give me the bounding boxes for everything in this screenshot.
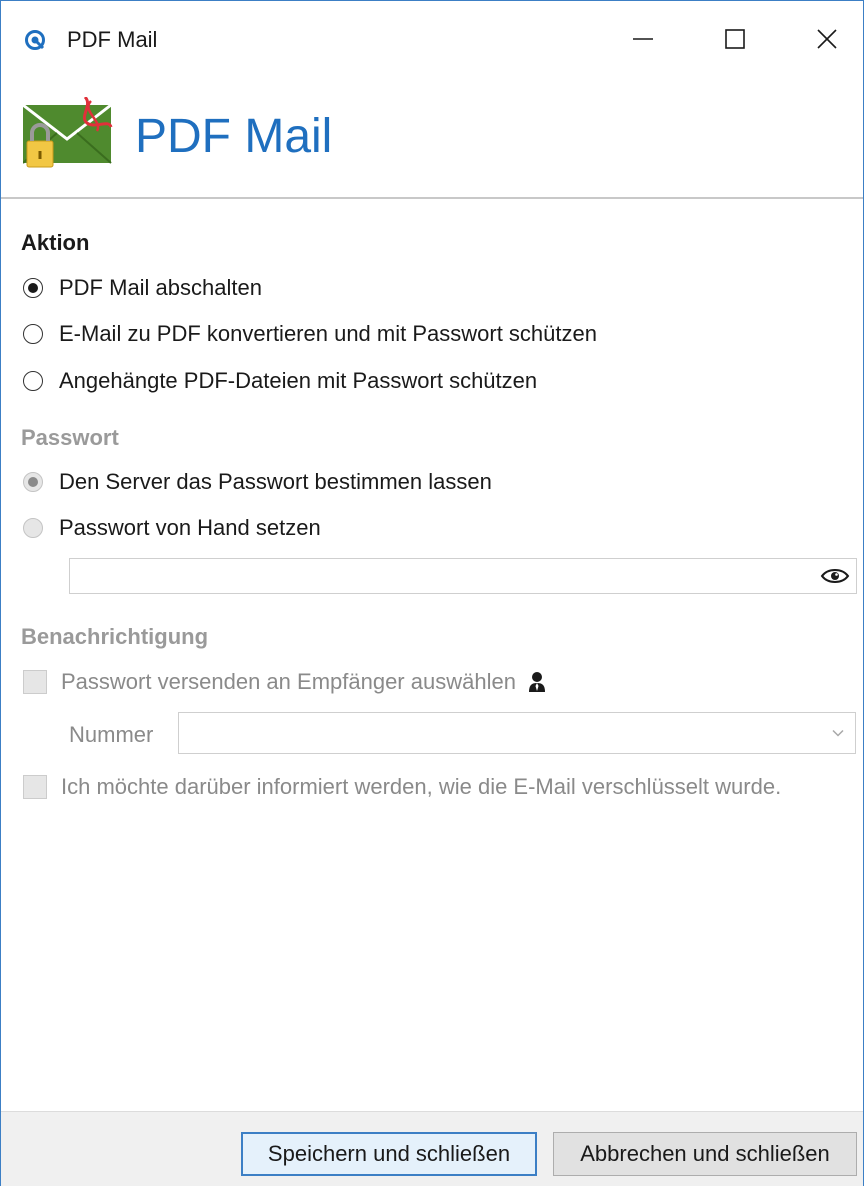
radio-button[interactable] [23,278,43,298]
save-and-close-button[interactable]: Speichern und schließen [241,1132,537,1176]
chevron-down-icon [832,729,844,737]
close-button[interactable] [781,1,864,77]
radio-pdf-mail-abschalten[interactable]: PDF Mail abschalten [23,273,262,303]
benachrichtigung-heading: Benachrichtigung [21,624,209,649]
title-bar[interactable]: PDF Mail [1,1,863,77]
passwort-heading: Passwort [21,425,119,450]
checkbox-passwort-versenden[interactable]: Passwort versenden an Empfänger auswähle… [23,667,546,697]
radio-label: E-Mail zu PDF konvertieren und mit Passw… [59,321,597,346]
checkbox[interactable] [23,775,47,799]
aktion-heading: Aktion [21,230,90,255]
radio-passwort-von-hand[interactable]: Passwort von Hand setzen [23,513,321,543]
radio-button[interactable] [23,518,43,538]
checkbox-label: Passwort versenden an Empfänger auswähle… [61,669,516,694]
maximize-icon [725,29,745,49]
person-icon[interactable] [528,671,546,693]
minimize-button[interactable] [597,1,689,77]
header-title: PDF Mail [135,110,333,163]
radio-button[interactable] [23,324,43,344]
window-title: PDF Mail [67,27,158,52]
password-input[interactable] [69,558,857,594]
radio-button[interactable] [23,472,43,492]
cancel-and-close-button[interactable]: Abbrechen und schließen [553,1132,857,1176]
pdf-mail-window: PDF Mail PDF Mail Aktion PDF Mail abscha… [0,0,864,1186]
radio-label: Angehängte PDF-Dateien mit Passwort schü… [59,368,538,393]
radio-label: Den Server das Passwort bestimmen lassen [59,469,492,494]
radio-email-zu-pdf[interactable]: E-Mail zu PDF konvertieren und mit Passw… [23,319,597,349]
radio-label: PDF Mail abschalten [59,275,262,300]
radio-button[interactable] [23,371,43,391]
checkbox-informiert-werden[interactable]: Ich möchte darüber informiert werden, wi… [23,772,781,802]
checkbox[interactable] [23,670,47,694]
app-icon [25,30,45,50]
nummer-select[interactable] [178,712,856,754]
minimize-icon [633,38,653,40]
maximize-button[interactable] [689,1,781,77]
radio-server-passwort[interactable]: Den Server das Passwort bestimmen lassen [23,467,492,497]
checkbox-label: Ich möchte darüber informiert werden, wi… [61,774,782,799]
header-divider [1,197,863,199]
pdf-mail-logo-icon [23,97,113,168]
eye-icon[interactable] [820,566,850,586]
radio-label: Passwort von Hand setzen [59,515,321,540]
dialog-footer: Speichern und schließen Abbrechen und sc… [1,1111,863,1186]
nummer-label: Nummer [69,722,154,747]
radio-angehaengte-pdf[interactable]: Angehängte PDF-Dateien mit Passwort schü… [23,366,537,396]
close-icon [817,29,837,49]
